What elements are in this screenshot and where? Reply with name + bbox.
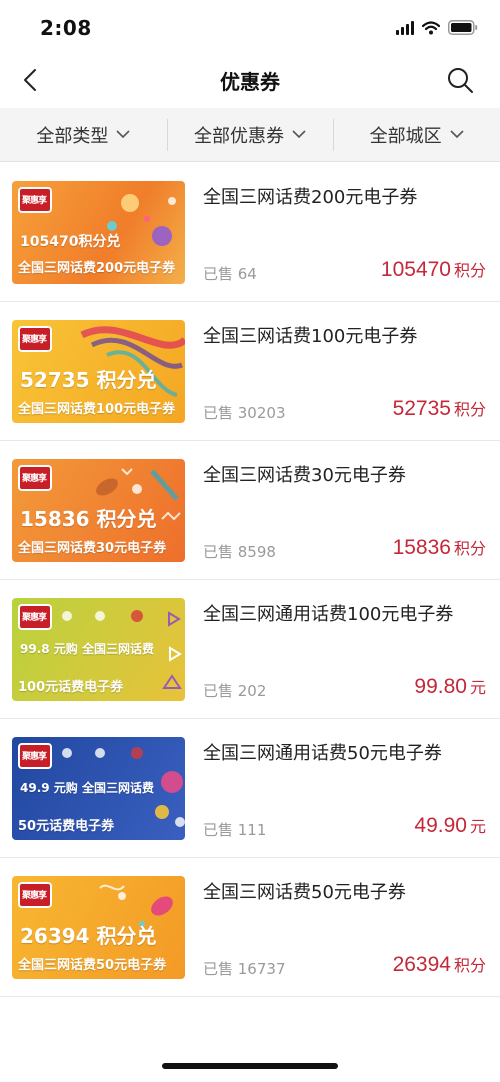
coupon-sold: 已售 30203	[203, 404, 286, 422]
coupon-price-unit: 积分	[453, 400, 486, 419]
coupon-sold: 已售 111	[203, 821, 267, 839]
coupon-image-line2: 50元话费电子券	[18, 819, 115, 834]
coupon-price-unit: 积分	[453, 261, 486, 280]
coupon-price: 15836 积分	[393, 535, 486, 560]
coupon-image: 聚惠享 26394 积分兑 全国三网话费50元电子券	[12, 876, 185, 979]
coupon-price: 49.90 元	[414, 813, 486, 838]
nav-bar: 优惠券	[0, 52, 500, 108]
chevron-down-icon	[116, 130, 130, 139]
coupon-item[interactable]: 聚惠享 26394 积分兑 全国三网话费50元电子券 全国三网话费50元电子券 …	[0, 858, 500, 997]
page-title: 优惠券	[220, 70, 280, 94]
coupon-price-unit: 积分	[453, 539, 486, 558]
coupon-list: 聚惠享 105470积分兑 全国三网话费200元电子券 全国三网话费200元电子…	[0, 163, 500, 997]
coupon-title: 全国三网通用话费50元电子券	[203, 743, 442, 764]
coupon-image: 聚惠享 49.9 元购 全国三网话费 50元话费电子券	[12, 737, 185, 840]
coupon-image-line1: 49.9 元购 全国三网话费	[20, 781, 154, 795]
filter-type[interactable]: 全部类型	[0, 108, 167, 161]
coupon-price-unit: 元	[469, 817, 486, 836]
coupon-price-unit: 元	[469, 678, 486, 697]
coupon-image-line1: 52735 积分兑	[20, 368, 157, 392]
coupon-price: 26394 积分	[393, 952, 486, 977]
coupon-item[interactable]: 聚惠享 99.8 元购 全国三网话费 100元话费电子券 全国三网通用话费100…	[0, 580, 500, 719]
coupon-image-line1: 15836 积分兑	[20, 507, 157, 531]
filter-coupon[interactable]: 全部优惠券	[166, 108, 334, 161]
filter-district-label: 全部城区	[369, 125, 442, 147]
chevron-down-icon	[292, 130, 306, 139]
filter-bar: 全部类型 全部优惠券 全部城区	[0, 108, 500, 162]
search-button[interactable]	[444, 64, 476, 96]
coupon-image-line2: 全国三网话费30元电子券	[18, 541, 167, 556]
coupon-price-value: 15836	[392, 536, 451, 559]
coupon-price-value: 105470	[380, 258, 451, 281]
coupon-price: 99.80 元	[414, 674, 486, 699]
coupon-image-line1: 105470积分兑	[20, 234, 121, 250]
coupon-price: 105470 积分	[381, 257, 486, 282]
signal-icon	[396, 20, 414, 35]
coupon-item[interactable]: 聚惠享 49.9 元购 全国三网话费 50元话费电子券 全国三网通用话费50元电…	[0, 719, 500, 858]
coupon-price-value: 26394	[392, 953, 451, 976]
status-icons	[396, 20, 478, 35]
coupon-title: 全国三网话费30元电子券	[203, 465, 406, 486]
filter-coupon-label: 全部优惠券	[194, 125, 284, 147]
coupon-sold: 已售 16737	[203, 960, 286, 978]
filter-type-label: 全部类型	[36, 125, 109, 147]
coupon-title: 全国三网话费100元电子券	[203, 326, 418, 347]
coupon-image-line1: 99.8 元购 全国三网话费	[20, 642, 154, 656]
home-indicator	[162, 1063, 338, 1069]
search-icon	[448, 68, 473, 93]
coupon-sold: 已售 64	[203, 265, 257, 283]
coupon-price-value: 49.90	[414, 814, 467, 837]
status-time: 2:08	[40, 16, 92, 40]
coupon-item[interactable]: 聚惠享 15836 积分兑 全国三网话费30元电子券 全国三网话费30元电子券 …	[0, 441, 500, 580]
coupon-image: 聚惠享 105470积分兑 全国三网话费200元电子券	[12, 181, 185, 284]
battery-icon	[448, 20, 478, 35]
coupon-title: 全国三网话费50元电子券	[203, 882, 406, 903]
coupon-image-line1: 26394 积分兑	[20, 924, 157, 948]
coupon-image: 聚惠享 99.8 元购 全国三网话费 100元话费电子券	[12, 598, 185, 701]
coupon-sold: 已售 8598	[203, 543, 276, 561]
chevron-down-icon	[450, 130, 464, 139]
filter-district[interactable]: 全部城区	[333, 108, 500, 161]
coupon-image: 聚惠享 15836 积分兑 全国三网话费30元电子券	[12, 459, 185, 562]
coupon-image-line2: 全国三网话费200元电子券	[18, 261, 176, 276]
coupon-sold: 已售 202	[203, 682, 267, 700]
coupon-price-value: 99.80	[414, 675, 467, 698]
coupon-image-line2: 全国三网话费50元电子券	[18, 958, 167, 973]
wifi-icon	[422, 20, 440, 35]
coupon-image-line2: 全国三网话费100元电子券	[18, 402, 176, 417]
coupon-title: 全国三网通用话费100元电子券	[203, 604, 454, 625]
coupon-price-unit: 积分	[453, 956, 486, 975]
coupon-item[interactable]: 聚惠享 105470积分兑 全国三网话费200元电子券 全国三网话费200元电子…	[0, 163, 500, 302]
coupon-price: 52735 积分	[393, 396, 486, 421]
coupon-image: 聚惠享 52735 积分兑 全国三网话费100元电子券	[12, 320, 185, 423]
coupon-item[interactable]: 聚惠享 52735 积分兑 全国三网话费100元电子券 全国三网话费100元电子…	[0, 302, 500, 441]
coupon-title: 全国三网话费200元电子券	[203, 187, 418, 208]
status-bar: 2:08	[0, 0, 500, 52]
coupon-price-value: 52735	[392, 397, 451, 420]
coupon-image-line2: 100元话费电子券	[18, 680, 124, 695]
